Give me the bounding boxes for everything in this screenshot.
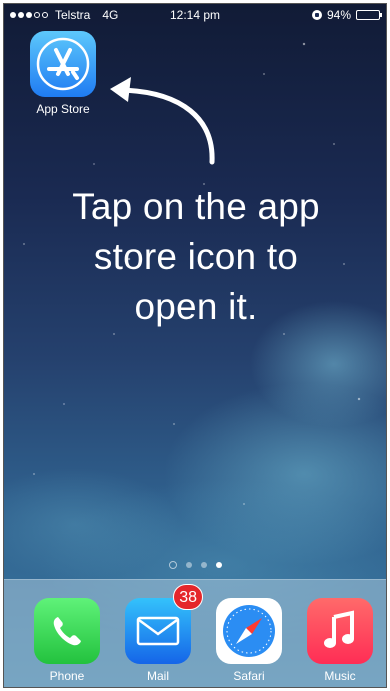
unread-badge: 38 bbox=[173, 584, 203, 610]
battery-percentage: 94% bbox=[326, 8, 351, 22]
curved-arrow-icon bbox=[110, 77, 215, 165]
dock-item-phone[interactable]: Phone bbox=[28, 598, 106, 683]
app-store-icon[interactable] bbox=[30, 31, 96, 97]
dock-item-safari[interactable]: Safari bbox=[210, 598, 288, 683]
page-dot[interactable] bbox=[185, 562, 192, 568]
phone-icon[interactable] bbox=[34, 598, 100, 664]
mail-icon[interactable]: 38 bbox=[125, 584, 203, 664]
page-dot[interactable] bbox=[200, 562, 207, 568]
battery-icon bbox=[356, 10, 382, 20]
page-dot-active[interactable] bbox=[215, 562, 222, 568]
status-bar: Telstra 4G 12:14 pm 94% bbox=[4, 4, 386, 26]
dock: Phone 38 Mail Safari Music bbox=[4, 579, 386, 687]
dock-item-mail[interactable]: 38 Mail bbox=[119, 584, 203, 683]
dock-label-phone: Phone bbox=[49, 669, 85, 683]
app-store-label: App Store bbox=[36, 102, 90, 116]
rotation-lock-icon bbox=[311, 10, 322, 20]
instruction-text: Tap on the app store icon to open it. bbox=[72, 186, 320, 327]
music-icon[interactable] bbox=[307, 598, 373, 664]
spotlight-search-icon[interactable] bbox=[168, 561, 177, 569]
dock-item-music[interactable]: Music bbox=[301, 598, 379, 683]
safari-icon[interactable] bbox=[216, 598, 282, 664]
dock-label-music: Music bbox=[324, 669, 356, 683]
dock-label-mail: Mail bbox=[146, 669, 169, 683]
app-store-app[interactable]: App Store bbox=[26, 31, 100, 116]
home-screen: Telstra 4G 12:14 pm 94% App Store Tap on… bbox=[3, 3, 387, 688]
dock-label-safari: Safari bbox=[233, 669, 265, 683]
page-indicator[interactable] bbox=[4, 561, 386, 569]
